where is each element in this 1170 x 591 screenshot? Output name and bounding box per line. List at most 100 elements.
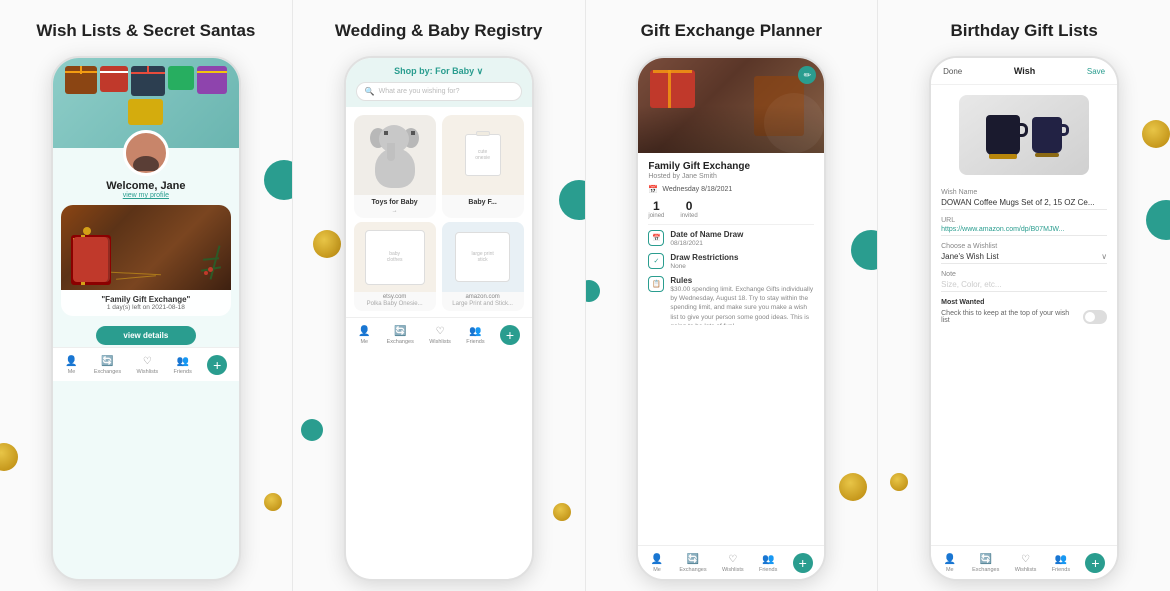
product-1-sub: → xyxy=(354,208,436,218)
person-icon-3: 👤 xyxy=(650,552,664,566)
deco-dot-2 xyxy=(559,180,586,220)
nav-exchanges-3[interactable]: 🔄 Exchanges xyxy=(679,552,706,573)
product-2-image: cuteonesie xyxy=(442,115,524,195)
product-2-sub xyxy=(442,208,524,212)
wish-name-label: Wish Name xyxy=(941,189,1107,196)
nav-me[interactable]: 👤 Me xyxy=(65,354,79,375)
add-wish-topbar: Done Wish Save xyxy=(931,58,1117,85)
nav-bar-2: 👤 Me 🔄 Exchanges ♡ Wishlists 👥 Friends + xyxy=(346,317,532,351)
deco-dot-1 xyxy=(264,160,293,200)
exchange-icon: 🔄 xyxy=(101,354,115,368)
phone-3: ✏ Family Gift Exchange Hosted by Jane Sm… xyxy=(636,56,826,581)
eye-right xyxy=(411,131,415,135)
stats-row: 1 joined 0 invited xyxy=(648,199,814,219)
search-bar[interactable]: 🔍 What are you wishing for? xyxy=(356,82,522,101)
nav-friends-4[interactable]: 👥 Friends xyxy=(1052,552,1070,573)
search-placeholder: What are you wishing for? xyxy=(379,88,460,95)
wishlist-label: Choose a Wishlist xyxy=(941,243,1107,250)
wishlist-select[interactable]: Jane's Wish List ∨ xyxy=(941,252,1107,264)
deco-dot-gold-6 xyxy=(1142,120,1170,148)
source-desc-2: Large Print and Stick... xyxy=(442,301,524,311)
calendar-detail-icon: 📅 xyxy=(648,230,664,246)
add-button-2[interactable]: + xyxy=(500,325,520,345)
section-gift-exchange: Gift Exchange Planner ✏ Family Gift Exch… xyxy=(586,0,879,591)
person-icon: 👤 xyxy=(65,354,79,368)
nav-bar-3: 👤 Me 🔄 Exchanges ♡ Wishlists 👥 Friends + xyxy=(638,545,824,579)
exchange-hero: ✏ xyxy=(638,58,824,153)
most-wanted-desc: Check this to keep at the top of your wi… xyxy=(941,310,1071,324)
view-profile-link[interactable]: view my profile xyxy=(123,192,169,199)
phone-4: Done Wish Save xyxy=(929,56,1119,581)
product-2-label: Baby F... xyxy=(442,195,524,208)
person-icon-4: 👤 xyxy=(943,552,957,566)
section-wedding-baby: Wedding & Baby Registry Shop by: For Bab… xyxy=(293,0,586,591)
add-button-1[interactable]: + xyxy=(207,355,227,375)
deco-dot-6 xyxy=(1146,200,1170,240)
most-wanted-row: Check this to keep at the top of your wi… xyxy=(941,310,1107,324)
nav-me-3[interactable]: 👤 Me xyxy=(650,552,664,573)
shop-by-label[interactable]: Shop by: For Baby ∨ xyxy=(356,66,522,77)
deco-dot-gold-7 xyxy=(890,473,908,491)
url-value[interactable]: https://www.amazon.com/dp/B07MJW... xyxy=(941,226,1107,236)
most-wanted-field: Most Wanted Check this to keep at the to… xyxy=(941,299,1107,324)
most-wanted-toggle[interactable] xyxy=(1083,310,1107,324)
stat-joined: 1 joined xyxy=(648,199,664,219)
wish-name-value[interactable]: DOWAN Coffee Mugs Set of 2, 15 OZ Ce... xyxy=(941,198,1107,210)
exchange-icon-2: 🔄 xyxy=(393,324,407,338)
wishlist-value: Jane's Wish List xyxy=(941,252,999,261)
section-4-title: Birthday Gift Lists xyxy=(950,20,1097,42)
nav-friends[interactable]: 👥 Friends xyxy=(174,354,192,375)
event-card: "Family Gift Exchange" 1 day(s) left on … xyxy=(61,205,231,316)
section-1-title: Wish Lists & Secret Santas xyxy=(36,20,255,42)
phone-1: Welcome, Jane view my profile xyxy=(51,56,241,581)
nav-bar-1: 👤 Me 🔄 Exchanges ♡ Wishlists 👥 Friends + xyxy=(53,347,239,381)
add-button-4[interactable]: + xyxy=(1085,553,1105,573)
url-field: URL https://www.amazon.com/dp/B07MJW... xyxy=(941,217,1107,236)
view-details-button[interactable]: view details xyxy=(96,326,196,345)
wish-form: Wish Name DOWAN Coffee Mugs Set of 2, 15… xyxy=(931,185,1117,335)
nav-exchanges[interactable]: 🔄 Exchanges xyxy=(94,354,121,375)
divider xyxy=(648,224,814,225)
deco-dot-gold-3 xyxy=(313,230,341,258)
nav-wishlists-3[interactable]: ♡ Wishlists xyxy=(722,552,744,573)
nav-exchanges-2[interactable]: 🔄 Exchanges xyxy=(387,324,414,345)
deco-dot-3 xyxy=(301,419,323,441)
event-name: Family Gift Exchange xyxy=(648,161,814,172)
event-info: Family Gift Exchange Hosted by Jane Smit… xyxy=(638,153,824,338)
nav-friends-2[interactable]: 👥 Friends xyxy=(466,324,484,345)
section-wish-lists: Wish Lists & Secret Santas xyxy=(0,0,293,591)
card-image xyxy=(61,205,231,290)
phone-2: Shop by: For Baby ∨ 🔍 What are you wishi… xyxy=(344,56,534,581)
elephant-illustration xyxy=(367,123,422,188)
save-button[interactable]: Save xyxy=(1087,67,1105,76)
note-field: Note Size, Color, etc... xyxy=(941,271,1107,292)
nav-me-2[interactable]: 👤 Me xyxy=(357,324,371,345)
add-button-3[interactable]: + xyxy=(793,553,813,573)
note-placeholder[interactable]: Size, Color, etc... xyxy=(941,280,1107,292)
wish-name-field: Wish Name DOWAN Coffee Mugs Set of 2, 15… xyxy=(941,189,1107,210)
hosted-by: Hosted by Jane Smith xyxy=(648,173,814,180)
deco-dot-gold-4 xyxy=(553,503,571,521)
section-3-title: Gift Exchange Planner xyxy=(641,20,822,42)
nav-wishlists[interactable]: ♡ Wishlists xyxy=(136,354,158,375)
main-container: Wish Lists & Secret Santas xyxy=(0,0,1170,591)
nav-friends-3[interactable]: 👥 Friends xyxy=(759,552,777,573)
registry-header: Shop by: For Baby ∨ 🔍 What are you wishi… xyxy=(346,58,532,107)
product-baby-f[interactable]: cuteonesie Baby F... xyxy=(442,115,524,218)
nav-wishlists-4[interactable]: ♡ Wishlists xyxy=(1015,552,1037,573)
nav-me-4[interactable]: 👤 Me xyxy=(943,552,957,573)
nav-wishlists-2[interactable]: ♡ Wishlists xyxy=(429,324,451,345)
wishlist-field: Choose a Wishlist Jane's Wish List ∨ xyxy=(941,243,1107,264)
elephant-trunk xyxy=(387,143,395,161)
product-display xyxy=(931,85,1117,185)
nav-exchanges-4[interactable]: 🔄 Exchanges xyxy=(972,552,999,573)
section-birthday-gifts: Birthday Gift Lists Done Wish Save xyxy=(878,0,1170,591)
detail-row-3: 📋 Rules $30.00 spending limit. Exchange … xyxy=(648,276,814,325)
welcome-text: Welcome, Jane xyxy=(106,180,185,192)
heart-icon-3: ♡ xyxy=(726,552,740,566)
product-toys-baby[interactable]: Toys for Baby → xyxy=(354,115,436,218)
detail-row-1: 📅 Date of Name Draw 08/18/2021 xyxy=(648,230,814,248)
product-1-image xyxy=(354,115,436,195)
done-button[interactable]: Done xyxy=(943,67,962,76)
friends-icon-3: 👥 xyxy=(761,552,775,566)
